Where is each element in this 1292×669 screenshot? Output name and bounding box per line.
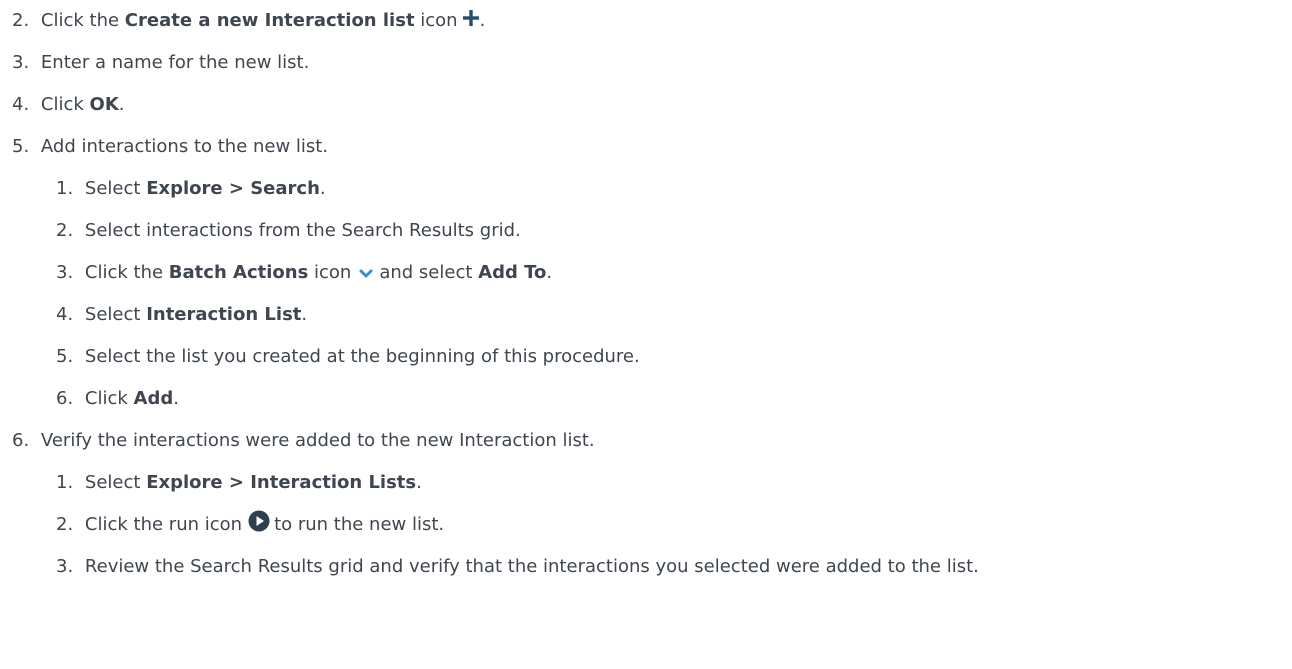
substep-number: 3. (56, 262, 74, 283)
substep-text: . (416, 472, 422, 493)
substep-number: 3. (56, 556, 74, 577)
substep-text: . (319, 178, 326, 199)
step-6: 6. Verify the interactions were added to… (12, 429, 595, 453)
substep-text: Select interactions from the Search Resu… (84, 220, 521, 241)
substep-text: Click (84, 388, 134, 409)
step-text: . (118, 94, 125, 115)
step-number: 3. (12, 52, 30, 73)
substep-number: 2. (56, 220, 74, 241)
substep-6-2: 2. Click the run icon to run the new list… (56, 510, 445, 537)
substep-6-1: 1. Select Explore > Interaction Lists. (56, 471, 422, 495)
substep-bold-text: Interaction List (146, 304, 302, 325)
substep-5-5: 5. Select the list you created at the be… (56, 345, 640, 369)
substep-5-4: 4. Select Interaction List. (56, 303, 307, 327)
substep-5-3: 3. Click the Batch Actions icon and selec… (56, 261, 552, 285)
plus-icon (462, 9, 480, 27)
substep-5-2: 2. Select interactions from the Search R… (56, 219, 521, 243)
substep-bold-text: Explore > Interaction Lists (146, 472, 417, 493)
step-number: 2. (12, 10, 30, 31)
substep-5-1: 1. Select Explore > Search. (56, 177, 326, 201)
step-text: Add interactions to the new list. (40, 136, 329, 157)
substep-number: 1. (56, 178, 74, 199)
substep-text: Select (84, 472, 147, 493)
substep-number: 6. (56, 388, 74, 409)
substep-text: Select (84, 178, 147, 199)
substep-number: 4. (56, 304, 74, 325)
step-4: 4. Click OK. (12, 93, 125, 117)
substep-number: 1. (56, 472, 74, 493)
substep-text: to run the new list. (274, 514, 445, 535)
step-3: 3. Enter a name for the new list. (12, 51, 309, 75)
substep-number: 2. (56, 514, 74, 535)
substep-text: and select (379, 262, 479, 283)
step-bold-text: OK (89, 94, 119, 115)
substep-text: Select (84, 304, 147, 325)
substep-text: Select the list you created at the begin… (84, 346, 640, 367)
play-icon (248, 510, 270, 532)
substep-5-6: 6. Click Add. (56, 387, 179, 411)
substep-6-3: 3. Review the Search Results grid and ve… (56, 555, 979, 579)
chevron-down-icon (359, 263, 373, 278)
procedure-document: 2. Click the Create a new Interaction li… (0, 0, 1292, 669)
substep-bold-text: Add (133, 388, 174, 409)
step-number: 4. (12, 94, 30, 115)
substep-bold-text: Add To (478, 262, 547, 283)
substep-text: . (546, 262, 553, 283)
substep-text: . (173, 388, 179, 409)
step-text: icon (414, 10, 458, 31)
substep-text: . (301, 304, 308, 325)
step-number: 6. (12, 430, 30, 451)
step-bold-text: Create a new Interaction list (124, 10, 415, 31)
step-text: Enter a name for the new list. (40, 52, 310, 73)
step-text: . (479, 10, 486, 31)
step-text: Click the (40, 10, 125, 31)
substep-text: Click the run icon (84, 514, 243, 535)
substep-bold-text: Batch Actions (168, 262, 309, 283)
substep-number: 5. (56, 346, 74, 367)
substep-bold-text: Explore > Search (146, 178, 320, 199)
substep-text: icon (308, 262, 352, 283)
step-5: 5. Add interactions to the new list. (12, 135, 328, 159)
substep-text: Click the (84, 262, 169, 283)
step-number: 5. (12, 136, 30, 157)
step-text: Verify the interactions were added to th… (40, 430, 595, 451)
step-2: 2. Click the Create a new Interaction li… (12, 9, 485, 33)
step-text: Click (40, 94, 90, 115)
substep-text: Review the Search Results grid and verif… (84, 556, 979, 577)
